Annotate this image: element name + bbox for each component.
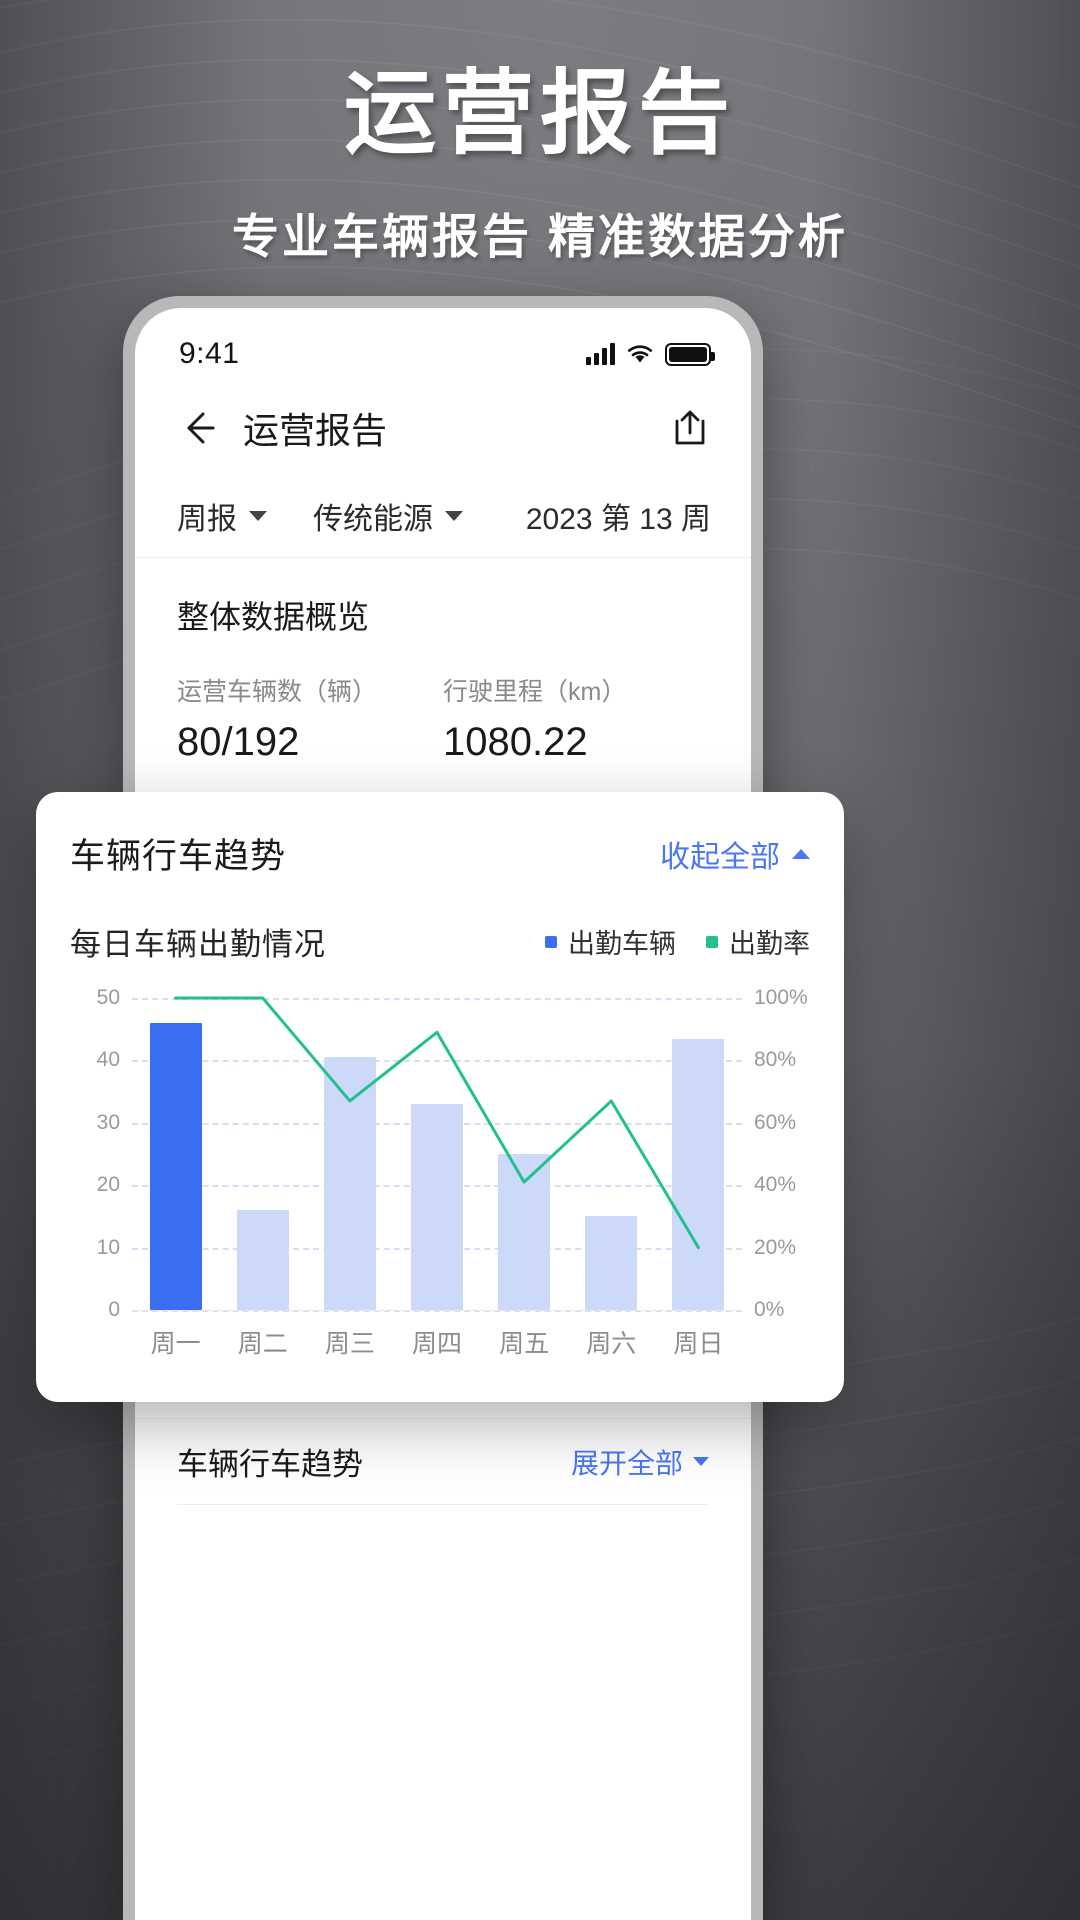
filter-period[interactable]: 2023 第 13 周	[526, 494, 711, 538]
expand-all-label: 展开全部	[570, 1447, 683, 1479]
collapse-all-button[interactable]: 收起全部	[660, 832, 810, 876]
overview-title: 整体数据概览	[177, 599, 370, 635]
stat-cell: 运营车辆数（辆） 80/192	[177, 672, 443, 765]
divider	[177, 1504, 709, 1505]
chevron-down-icon	[445, 510, 463, 521]
chevron-down-icon	[693, 1457, 709, 1466]
legend-color-swatch	[706, 935, 718, 948]
status-time: 9:41	[179, 337, 240, 370]
stat-row: 运营车辆数（辆） 80/192 行驶里程（km） 1080.22	[177, 672, 709, 765]
chart-title: 每日车辆出勤情况	[70, 927, 326, 962]
x-axis-tick: 周一	[150, 1330, 201, 1358]
status-bar: 9:41	[135, 308, 751, 382]
expand-all-button[interactable]: 展开全部	[571, 1442, 709, 1482]
legend-label: 出勤率	[729, 929, 810, 959]
y-axis-left-tick: 40	[96, 1048, 120, 1072]
legend-item-bars[interactable]: 出勤车辆	[545, 922, 676, 961]
y-axis-right-tick: 20%	[754, 1235, 797, 1259]
stat-cell: 行驶里程（km） 1080.22	[443, 672, 709, 765]
x-axis-tick: 周六	[586, 1330, 637, 1358]
hero-subtitle: 专业车辆报告 精准数据分析	[231, 209, 849, 263]
y-axis-left-tick: 20	[96, 1173, 120, 1197]
y-axis-left-tick: 50	[96, 986, 120, 1009]
y-axis-left-tick: 30	[96, 1110, 120, 1134]
trend-collapsed-row: 车辆行车趋势 展开全部	[135, 1418, 751, 1504]
chevron-down-icon	[249, 510, 267, 521]
y-axis-right-tick: 80%	[754, 1048, 797, 1072]
chart-card-header: 车辆行车趋势 收起全部	[70, 828, 810, 879]
stat-label: 行驶里程（km）	[443, 678, 627, 706]
y-axis-right-tick: 60%	[754, 1110, 797, 1134]
x-axis-tick: 周四	[411, 1330, 462, 1358]
status-icons	[586, 342, 715, 366]
chart-legend: 出勤车辆 出勤率	[545, 922, 810, 961]
filter-bar: 周报 传统能源 2023 第 13 周	[135, 474, 751, 558]
chart-plot-area: 0 10 20 30 40 50 0% 20% 40% 60% 80% 100% 周一 周二 周三 周四周…	[70, 986, 810, 1370]
legend-item-line[interactable]: 出勤率	[706, 922, 810, 961]
trend-collapsed-title: 车辆行车趋势	[177, 1447, 363, 1482]
x-axis-tick: 周日	[673, 1330, 724, 1358]
x-axis-tick: 周五	[499, 1330, 550, 1358]
hero-section: 运营报告 专业车辆报告 精准数据分析	[0, 0, 1080, 267]
back-arrow-icon[interactable]	[177, 406, 221, 450]
legend-label: 出勤车辆	[568, 929, 676, 959]
stat-value: 80/192	[177, 720, 300, 764]
collapse-all-label: 收起全部	[660, 840, 780, 874]
chart-card-title: 车辆行车趋势	[70, 837, 287, 876]
battery-icon	[665, 342, 715, 366]
chart-subtitle-row: 每日车辆出勤情况 出勤车辆 出勤率	[70, 919, 810, 964]
share-icon[interactable]	[669, 407, 711, 449]
chevron-up-icon	[792, 848, 810, 859]
chart-canvas: 0 10 20 30 40 50 0% 20% 40% 60% 80% 100%	[97, 986, 808, 1321]
page-title: 运营报告	[243, 410, 388, 451]
x-axis-tick: 周二	[237, 1330, 288, 1358]
y-axis-right-tick: 100%	[754, 986, 808, 1009]
chart-line-path	[174, 996, 700, 1250]
filter-report-type[interactable]: 周报	[177, 494, 267, 538]
chart-x-axis-labels: 周一 周二 周三 周四 周五 周六 周日	[132, 1324, 742, 1360]
stat-label: 运营车辆数（辆）	[177, 678, 378, 706]
hero-title: 运营报告	[343, 63, 736, 165]
legend-color-swatch	[545, 935, 557, 948]
filter-energy-type[interactable]: 传统能源	[313, 494, 463, 538]
y-axis-right-tick: 0%	[754, 1298, 785, 1321]
chart-x-axis-line	[132, 1310, 742, 1311]
y-axis-left-tick: 10	[96, 1235, 120, 1259]
filter-report-type-label: 周报	[177, 502, 237, 536]
y-axis-right-tick: 40%	[754, 1173, 797, 1197]
stat-value: 1080.22	[443, 720, 588, 764]
chart-card: 车辆行车趋势 收起全部 每日车辆出勤情况 出勤车辆 出勤率 0 10 20 30 40 5…	[36, 792, 844, 1402]
wifi-icon	[627, 345, 653, 363]
chart-line-series	[174, 996, 700, 1250]
filter-energy-type-label: 传统能源	[313, 502, 433, 536]
y-axis-left-tick: 0	[108, 1298, 120, 1321]
nav-bar: 运营报告	[135, 382, 751, 474]
signal-bars-icon	[586, 343, 615, 365]
x-axis-tick: 周三	[324, 1330, 375, 1358]
